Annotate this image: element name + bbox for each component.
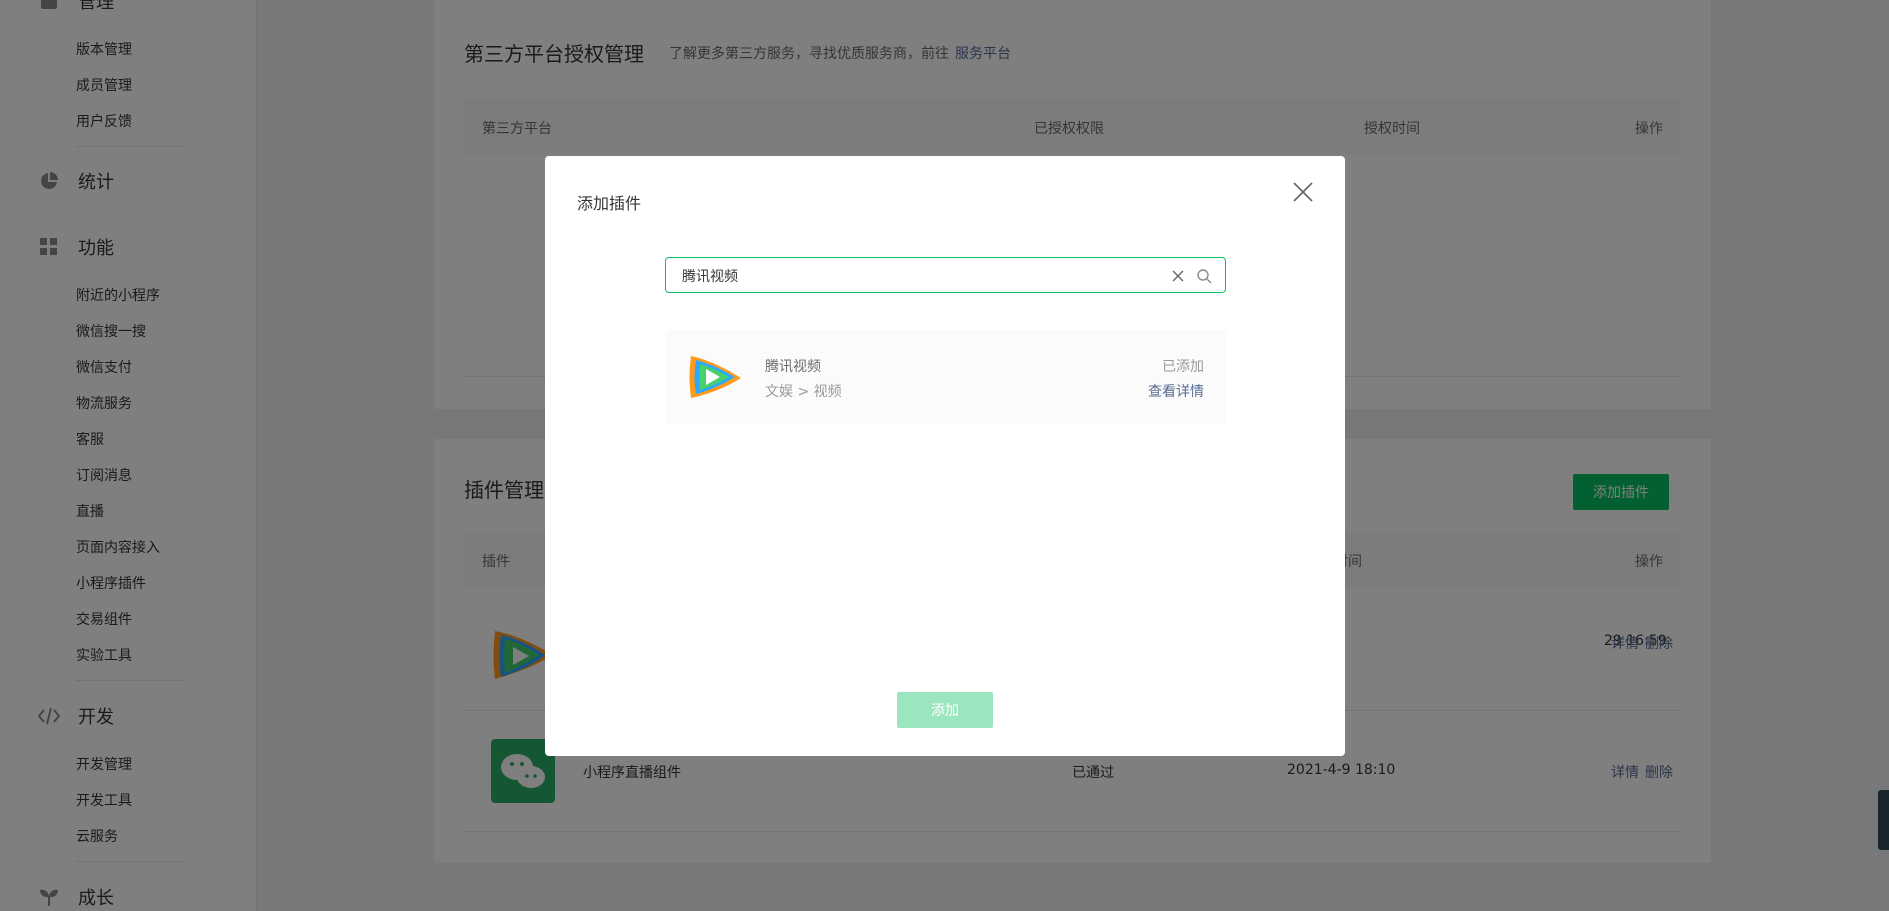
- view-detail-link[interactable]: 查看详情: [1148, 381, 1204, 401]
- add-button[interactable]: 添加: [897, 692, 993, 728]
- search-icon[interactable]: [1196, 268, 1212, 284]
- close-icon[interactable]: [1291, 180, 1315, 204]
- tencent-video-logo: [687, 352, 743, 402]
- result-category: 文娱 > 视频: [765, 384, 842, 400]
- add-plugin-dialog: 添加插件 腾讯视频 腾讯视频 文娱 > 视频 已添加 查看详情 添加: [545, 156, 1345, 756]
- search-result-item[interactable]: 腾讯视频 文娱 > 视频 已添加 查看详情: [665, 330, 1226, 424]
- search-input[interactable]: 腾讯视频: [665, 257, 1226, 293]
- result-name: 腾讯视频: [765, 359, 821, 375]
- clear-icon[interactable]: [1170, 268, 1186, 284]
- result-status: 已添加: [1162, 359, 1204, 375]
- search-value: 腾讯视频: [682, 269, 738, 285]
- dialog-title: 添加插件: [577, 194, 642, 213]
